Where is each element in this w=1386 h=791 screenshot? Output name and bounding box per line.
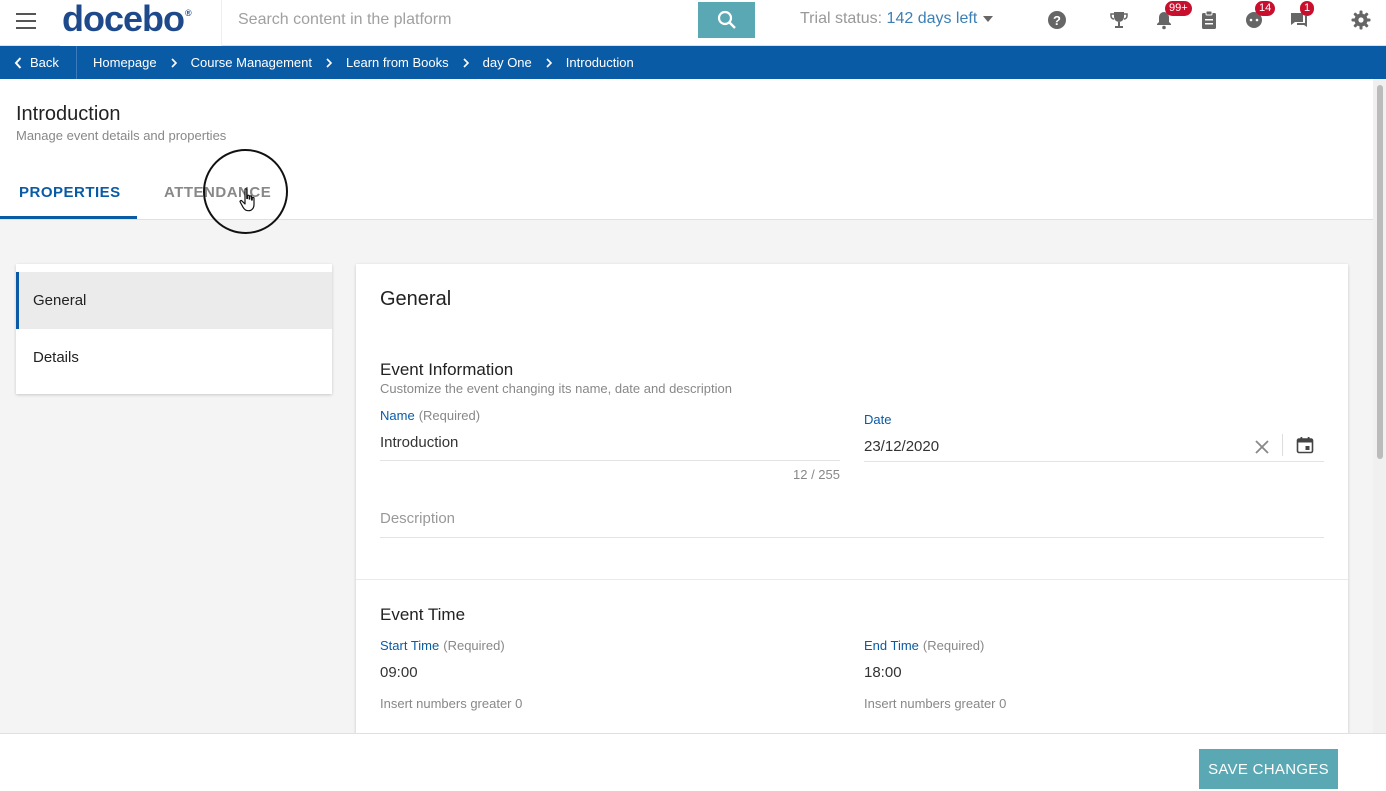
search-icon bbox=[717, 10, 736, 29]
clipboard-icon[interactable] bbox=[1198, 9, 1220, 31]
date-label: Date bbox=[864, 412, 892, 427]
scrollbar[interactable] bbox=[1373, 79, 1386, 733]
end-time-hint: Insert numbers greater 0 bbox=[864, 696, 1007, 711]
trial-status[interactable]: Trial status: 142 days left bbox=[800, 10, 994, 28]
breadcrumb-course-management[interactable]: Course Management bbox=[191, 55, 312, 70]
tab-properties[interactable]: PROPERTIES bbox=[19, 184, 121, 201]
notifications-badge: 99+ bbox=[1165, 1, 1192, 16]
description-underline bbox=[380, 537, 1324, 538]
nav-item-details[interactable]: Details bbox=[16, 329, 332, 386]
svg-text:?: ? bbox=[1053, 13, 1061, 28]
name-char-counter: 12 / 255 bbox=[793, 467, 840, 482]
trophy-icon[interactable] bbox=[1108, 9, 1130, 31]
back-button[interactable]: Back bbox=[0, 46, 77, 79]
gear-icon[interactable] bbox=[1350, 9, 1372, 31]
event-information-subtitle: Customize the event changing its name, d… bbox=[380, 381, 732, 396]
chevron-right-icon bbox=[463, 57, 469, 68]
description-input[interactable]: Description bbox=[380, 510, 455, 527]
search-button[interactable] bbox=[698, 2, 755, 38]
clear-date-icon[interactable] bbox=[1251, 436, 1273, 458]
date-underline bbox=[864, 461, 1324, 462]
menu-icon[interactable] bbox=[16, 13, 36, 29]
active-tab-indicator bbox=[0, 216, 137, 219]
chevron-right-icon bbox=[326, 57, 333, 68]
breadcrumb: Back Homepage Course Management Learn fr… bbox=[0, 46, 1386, 79]
general-card: General Event Information Customize the … bbox=[356, 264, 1348, 744]
start-time-input[interactable]: 09:00 bbox=[380, 664, 840, 681]
chevron-left-icon bbox=[14, 56, 22, 69]
breadcrumb-day-one[interactable]: day One bbox=[483, 55, 532, 70]
notifications-icon[interactable]: 99+ bbox=[1153, 1, 1192, 31]
date-input[interactable]: 23/12/2020 bbox=[864, 438, 1234, 455]
start-time-hint: Insert numbers greater 0 bbox=[380, 696, 523, 711]
breadcrumb-introduction: Introduction bbox=[565, 55, 634, 70]
save-changes-button[interactable]: SAVE CHANGES bbox=[1199, 749, 1338, 789]
scrollbar-thumb[interactable] bbox=[1377, 85, 1383, 459]
card-title: General bbox=[380, 288, 452, 310]
end-time-input[interactable]: 18:00 bbox=[864, 664, 1324, 681]
chat-badge: 14 bbox=[1255, 1, 1276, 16]
event-information-title: Event Information bbox=[380, 360, 514, 379]
search-input[interactable] bbox=[223, 2, 699, 38]
chat-icon[interactable]: 14 bbox=[1243, 1, 1276, 31]
top-bar: docebo® Trial status: 142 days left ? 99… bbox=[0, 0, 1386, 46]
chevron-down-icon bbox=[983, 15, 994, 22]
hand-cursor-icon bbox=[239, 188, 255, 212]
footer-bar: SAVE CHANGES bbox=[0, 733, 1386, 791]
breadcrumb-learn-from-books[interactable]: Learn from Books bbox=[346, 55, 449, 70]
docebo-logo[interactable]: docebo® bbox=[62, 0, 192, 40]
section-divider bbox=[356, 579, 1348, 580]
end-time-label: End Time (Required) bbox=[864, 638, 985, 653]
messages-badge: 1 bbox=[1300, 1, 1315, 16]
date-divider bbox=[1282, 434, 1283, 456]
messages-icon[interactable]: 1 bbox=[1288, 1, 1315, 31]
name-label: Name (Required) bbox=[380, 408, 481, 423]
help-icon[interactable]: ? bbox=[1046, 9, 1068, 31]
start-time-label: Start Time (Required) bbox=[380, 638, 505, 653]
section-nav: General Details bbox=[16, 264, 332, 394]
breadcrumb-homepage[interactable]: Homepage bbox=[93, 55, 157, 70]
name-input[interactable]: Introduction bbox=[380, 434, 840, 451]
calendar-icon[interactable] bbox=[1294, 434, 1316, 456]
nav-item-general[interactable]: General bbox=[16, 272, 332, 329]
name-underline bbox=[380, 460, 840, 461]
page-title: Introduction bbox=[16, 103, 121, 125]
chevron-right-icon bbox=[546, 57, 552, 68]
page-subtitle: Manage event details and properties bbox=[16, 128, 227, 143]
event-time-title: Event Time bbox=[380, 605, 466, 624]
chevron-right-icon bbox=[171, 57, 177, 68]
